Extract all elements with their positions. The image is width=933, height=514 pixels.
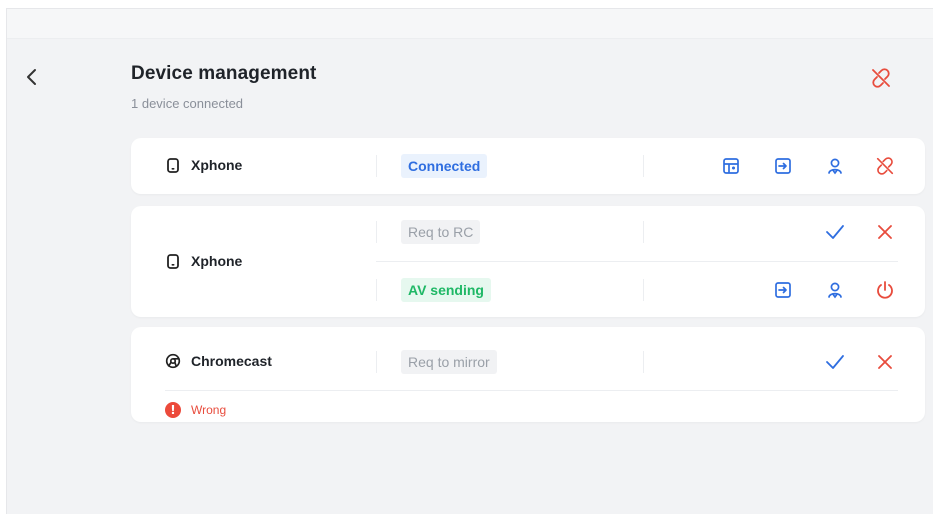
- accept-button[interactable]: [823, 220, 847, 244]
- phone-icon: [165, 253, 181, 269]
- accept-button[interactable]: [823, 350, 847, 374]
- top-bar: [7, 9, 933, 39]
- device-name: Xphone: [191, 253, 243, 269]
- divider: [376, 351, 377, 373]
- divider: [643, 155, 644, 177]
- device-info: Xphone: [165, 157, 242, 173]
- check-icon: [826, 225, 844, 239]
- divider: [376, 221, 377, 243]
- power-icon: [877, 281, 893, 299]
- check-icon: [826, 355, 844, 369]
- user-icon: [828, 158, 842, 175]
- device-info: Chromecast: [165, 353, 272, 369]
- device-name: Chromecast: [191, 353, 272, 369]
- reject-button[interactable]: [873, 220, 897, 244]
- unlink-icon: [876, 157, 894, 175]
- disconnect-button[interactable]: [873, 154, 897, 178]
- status-badge: AV sending: [401, 278, 491, 302]
- error-icon: !: [165, 402, 181, 418]
- chromecast-icon: [165, 353, 181, 369]
- user-icon: [828, 282, 842, 299]
- close-icon: [878, 225, 892, 239]
- status-badge: Connected: [401, 154, 488, 178]
- unlink-icon: [872, 68, 890, 88]
- row-divider: [376, 261, 898, 262]
- device-card: Xphone Connected: [131, 138, 925, 194]
- stop-button[interactable]: [873, 278, 897, 302]
- device-card: Xphone Req to RC AV sending: [131, 206, 925, 317]
- page-title: Device management: [131, 63, 317, 84]
- chevron-left-icon: [27, 69, 36, 85]
- device-card: Chromecast Req to mirror ! Wrong: [131, 327, 925, 422]
- disconnect-all-button[interactable]: [867, 64, 895, 92]
- divider: [643, 351, 644, 373]
- device-name: Xphone: [191, 157, 243, 173]
- divider: [643, 279, 644, 301]
- app-window: Device management 1 device connected Xph…: [6, 8, 933, 514]
- divider: [376, 155, 377, 177]
- back-button[interactable]: [19, 64, 45, 90]
- status-badge: Req to mirror: [401, 350, 497, 374]
- file-transfer-button[interactable]: [771, 278, 795, 302]
- file-transfer-icon: [775, 158, 791, 174]
- status-badge: Req to RC: [401, 220, 481, 244]
- screen-share-icon: [723, 158, 739, 174]
- reject-button[interactable]: [873, 350, 897, 374]
- file-transfer-icon: [775, 282, 791, 298]
- device-info: Xphone: [165, 253, 242, 269]
- divider: [643, 221, 644, 243]
- file-transfer-button[interactable]: [771, 154, 795, 178]
- connected-count: 1 device connected: [131, 96, 244, 111]
- row-divider: [165, 390, 898, 391]
- error-text: Wrong: [191, 403, 227, 417]
- remote-control-button[interactable]: [823, 154, 847, 178]
- close-icon: [878, 355, 892, 369]
- phone-icon: [165, 157, 181, 173]
- screen-share-button[interactable]: [719, 154, 743, 178]
- divider: [376, 279, 377, 301]
- remote-control-button[interactable]: [823, 278, 847, 302]
- error-message: ! Wrong: [165, 402, 226, 418]
